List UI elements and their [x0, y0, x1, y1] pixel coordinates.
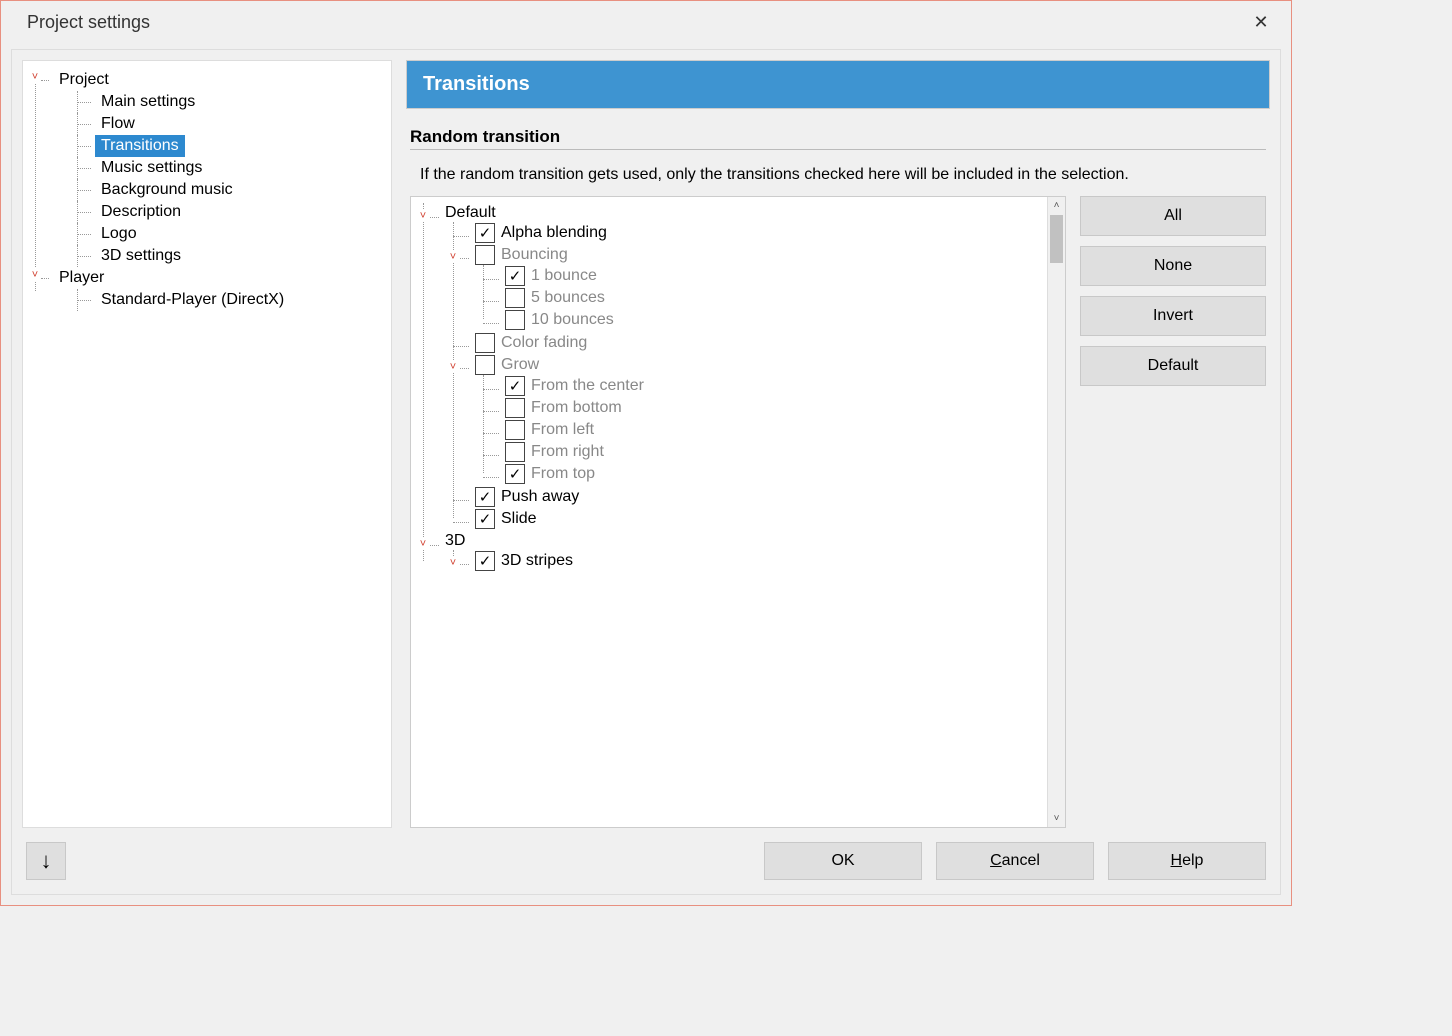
- main-area: ˅ProjectMain settingsFlowTransitionsMusi…: [22, 60, 1270, 828]
- checkbox[interactable]: ✓: [475, 223, 495, 243]
- scrollbar[interactable]: ˄ ˅: [1047, 197, 1065, 827]
- transitions-area: ˅Default✓Alpha blending˅Bouncing✓1 bounc…: [410, 196, 1266, 828]
- tree-item-label[interactable]: Bouncing: [501, 246, 568, 264]
- nav-group-label[interactable]: Player: [53, 267, 110, 289]
- transitions-tree: ˅Default✓Alpha blending˅Bouncing✓1 bounc…: [411, 197, 1047, 827]
- scroll-down-button[interactable]: ˅: [1048, 809, 1065, 827]
- panel-header: Transitions: [406, 60, 1270, 109]
- expand-icon[interactable]: ˅: [417, 210, 429, 222]
- scroll-up-button[interactable]: ˄: [1048, 197, 1065, 215]
- nav-item[interactable]: Logo: [95, 223, 143, 245]
- chevron-up-icon: ˄: [1054, 200, 1060, 211]
- tree-item-label[interactable]: Grow: [501, 356, 539, 374]
- section-title: Random transition: [410, 127, 1266, 150]
- nav-group-label[interactable]: Project: [53, 69, 115, 91]
- content-frame: ˅ProjectMain settingsFlowTransitionsMusi…: [11, 49, 1281, 895]
- cancel-button[interactable]: Cancel: [936, 842, 1094, 880]
- expand-icon[interactable]: ˅: [417, 538, 429, 550]
- all-button[interactable]: All: [1080, 196, 1266, 236]
- expand-icon[interactable]: ˅: [29, 71, 41, 83]
- checkbox[interactable]: [505, 398, 525, 418]
- checkbox[interactable]: [505, 442, 525, 462]
- tree-item-label[interactable]: Push away: [501, 488, 579, 506]
- close-icon: ✕: [1253, 12, 1268, 33]
- tree-row: ✓ From the center: [505, 376, 1043, 396]
- tree-row: From bottom: [505, 398, 1043, 418]
- checkbox[interactable]: ✓: [505, 376, 525, 396]
- tree-row: From left: [505, 420, 1043, 440]
- checkbox[interactable]: ✓: [475, 509, 495, 529]
- nav-item[interactable]: Background music: [95, 179, 239, 201]
- arrow-down-icon: ↓: [41, 848, 52, 874]
- tree-item-label[interactable]: From the center: [531, 377, 644, 395]
- nav-item[interactable]: Standard-Player (DirectX): [95, 289, 290, 311]
- tree-row: 10 bounces: [505, 310, 1043, 330]
- tree-row: ✓ 1 bounce: [505, 266, 1043, 286]
- tree-item-label[interactable]: 3D: [445, 532, 465, 550]
- nav-tree: ˅ ProjectMain settingsFlowTransitionsMusi…: [22, 60, 392, 828]
- tree-item-label[interactable]: Alpha blending: [501, 224, 607, 242]
- tree-item-label[interactable]: Default: [445, 204, 496, 222]
- invert-button[interactable]: Invert: [1080, 296, 1266, 336]
- tree-row: Color fading: [475, 333, 1043, 353]
- tree-item-label[interactable]: 1 bounce: [531, 267, 597, 285]
- tree-row: 3D: [445, 532, 1043, 550]
- nav-item[interactable]: Main settings: [95, 91, 201, 113]
- tree-row: Grow: [475, 355, 1043, 375]
- checkbox[interactable]: ✓: [505, 464, 525, 484]
- checkbox[interactable]: [505, 420, 525, 440]
- checkbox[interactable]: [475, 333, 495, 353]
- titlebar: Project settings ✕: [1, 1, 1291, 43]
- checkbox[interactable]: [505, 310, 525, 330]
- expand-icon[interactable]: ˅: [29, 269, 41, 281]
- scroll-thumb[interactable]: [1050, 215, 1063, 263]
- tree-item-label[interactable]: Color fading: [501, 334, 587, 352]
- right-panel: Transitions Random transition If the ran…: [406, 60, 1270, 828]
- window-title: Project settings: [27, 12, 150, 33]
- tree-row: Default: [445, 204, 1043, 222]
- checkbox[interactable]: ✓: [475, 551, 495, 571]
- tree-item-label[interactable]: From right: [531, 443, 604, 461]
- section-description: If the random transition gets used, only…: [420, 164, 1262, 186]
- tree-row: ✓ From top: [505, 464, 1043, 484]
- checkbox[interactable]: [475, 355, 495, 375]
- tree-item-label[interactable]: 10 bounces: [531, 311, 614, 329]
- tree-row: 5 bounces: [505, 288, 1043, 308]
- transitions-tree-container: ˅Default✓Alpha blending˅Bouncing✓1 bounc…: [410, 196, 1066, 828]
- tree-item-label[interactable]: 5 bounces: [531, 289, 605, 307]
- download-button[interactable]: ↓: [26, 842, 66, 880]
- tree-row: Bouncing: [475, 245, 1043, 265]
- tree-row: ✓ Alpha blending: [475, 223, 1043, 243]
- tree-item-label[interactable]: 3D stripes: [501, 552, 573, 570]
- close-button[interactable]: ✕: [1241, 6, 1281, 38]
- nav-item[interactable]: Flow: [95, 113, 141, 135]
- none-button[interactable]: None: [1080, 246, 1266, 286]
- side-buttons: All None Invert Default: [1080, 196, 1266, 828]
- tree-item-label[interactable]: From left: [531, 421, 594, 439]
- tree-row: ✓ Push away: [475, 487, 1043, 507]
- tree-item-label[interactable]: From top: [531, 465, 595, 483]
- checkbox[interactable]: ✓: [505, 266, 525, 286]
- tree-item-label[interactable]: From bottom: [531, 399, 622, 417]
- tree-row: ✓ 3D stripes: [475, 551, 1043, 571]
- chevron-down-icon: ˅: [1054, 813, 1060, 824]
- expand-icon[interactable]: ˅: [447, 251, 459, 263]
- nav-item[interactable]: 3D settings: [95, 245, 187, 267]
- tree-row: ✓ Slide: [475, 509, 1043, 529]
- checkbox[interactable]: [475, 245, 495, 265]
- default-button[interactable]: Default: [1080, 346, 1266, 386]
- settings-window: Project settings ✕ ˅ ProjectMain settings…: [0, 0, 1292, 906]
- nav-item[interactable]: Transitions: [95, 135, 185, 157]
- expand-icon[interactable]: ˅: [447, 361, 459, 373]
- checkbox[interactable]: [505, 288, 525, 308]
- nav-item[interactable]: Music settings: [95, 157, 208, 179]
- footer: ↓ OK Cancel Help: [22, 828, 1270, 884]
- checkbox[interactable]: ✓: [475, 487, 495, 507]
- expand-icon[interactable]: ˅: [447, 557, 459, 569]
- ok-button[interactable]: OK: [764, 842, 922, 880]
- nav-item[interactable]: Description: [95, 201, 187, 223]
- tree-item-label[interactable]: Slide: [501, 510, 537, 528]
- help-button[interactable]: Help: [1108, 842, 1266, 880]
- tree-row: From right: [505, 442, 1043, 462]
